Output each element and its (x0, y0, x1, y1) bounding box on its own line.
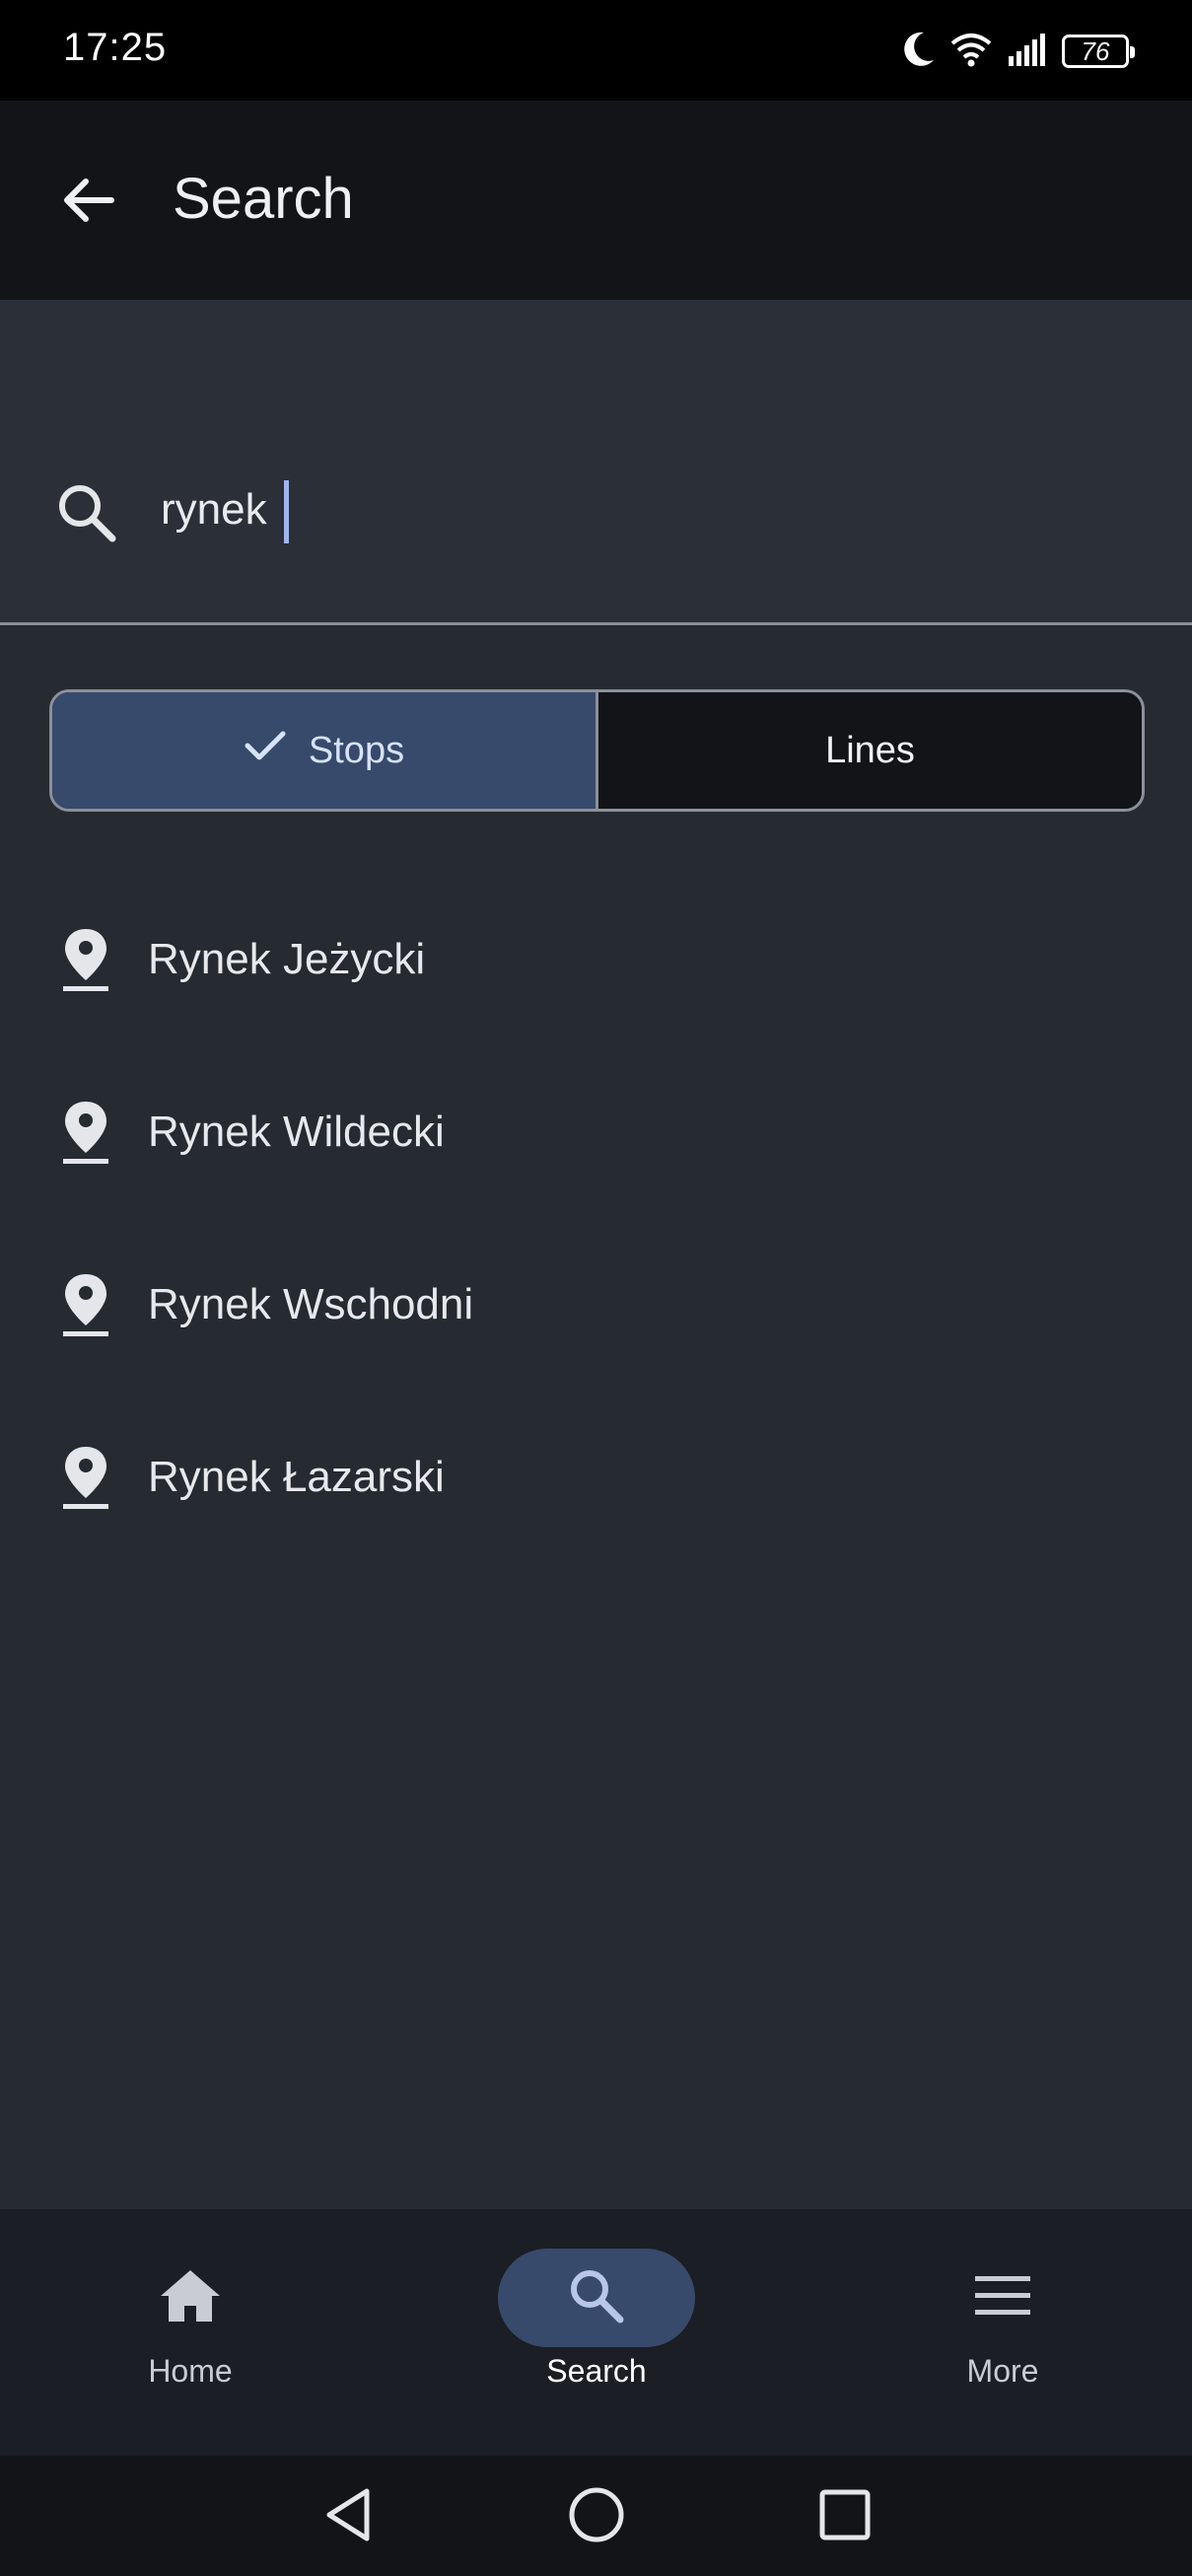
bottom-navigation: Home Search More (0, 2209, 1192, 2456)
arrow-left-icon (60, 177, 115, 229)
nav-home-label: Home (148, 2353, 233, 2389)
list-item[interactable]: Rynek Wildecki (0, 1045, 1192, 1218)
text-cursor (284, 480, 289, 543)
nav-search-indicator (498, 2249, 695, 2347)
status-icons: 76 (902, 30, 1135, 73)
nav-item-home[interactable]: Home (62, 2249, 318, 2416)
list-item[interactable]: Rynek Wschodni (0, 1218, 1192, 1391)
status-bar: 17:25 76 (0, 0, 1192, 101)
list-item[interactable]: Rynek Łazarski (0, 1391, 1192, 1563)
nav-search-label: Search (546, 2353, 647, 2389)
results-list: Rynek Jeżycki Rynek Wildecki Rynek Wscho… (0, 873, 1192, 1563)
system-home-button[interactable] (559, 2479, 634, 2554)
search-input[interactable]: rynek (0, 300, 1192, 625)
search-icon (567, 2266, 626, 2330)
location-pin-icon (59, 1270, 112, 1339)
search-underline (0, 622, 1192, 625)
wifi-icon (949, 32, 993, 72)
system-navigation (0, 2456, 1192, 2576)
list-item-label: Rynek Wildecki (148, 1107, 445, 1156)
nav-more-indicator (904, 2249, 1101, 2347)
stops-segment[interactable]: Stops (52, 692, 598, 809)
triangle-back-icon (321, 2485, 377, 2549)
list-item-label: Rynek Łazarski (148, 1452, 445, 1501)
check-icon (244, 728, 287, 773)
nav-item-search[interactable]: Search (468, 2249, 725, 2416)
location-pin-icon (59, 925, 112, 994)
app-bar: Search (0, 101, 1192, 300)
page-title: Search (173, 167, 354, 231)
battery-icon: 76 (1062, 35, 1135, 68)
nav-item-more[interactable]: More (875, 2249, 1131, 2416)
home-icon (159, 2266, 222, 2330)
moon-icon (902, 31, 936, 73)
location-pin-icon (59, 1098, 112, 1167)
lines-segment[interactable]: Lines (598, 692, 1142, 809)
back-button[interactable] (43, 158, 132, 247)
search-icon (55, 481, 118, 544)
search-type-toggle: Stops Lines (49, 689, 1145, 812)
square-recents-icon (817, 2487, 873, 2547)
list-item[interactable]: Rynek Jeżycki (0, 873, 1192, 1045)
signal-icon (1007, 33, 1048, 71)
location-pin-icon (59, 1443, 112, 1512)
system-back-button[interactable] (312, 2479, 386, 2554)
status-time: 17:25 (63, 26, 168, 69)
lines-label: Lines (825, 729, 915, 771)
nav-home-indicator (92, 2249, 289, 2347)
nav-more-label: More (966, 2353, 1039, 2389)
menu-icon (973, 2273, 1032, 2324)
system-recents-button[interactable] (807, 2479, 882, 2554)
search-input-value[interactable]: rynek (161, 485, 267, 535)
list-item-label: Rynek Jeżycki (148, 934, 426, 983)
stops-label: Stops (308, 729, 405, 771)
list-item-label: Rynek Wschodni (148, 1279, 474, 1328)
circle-home-icon (567, 2485, 626, 2549)
